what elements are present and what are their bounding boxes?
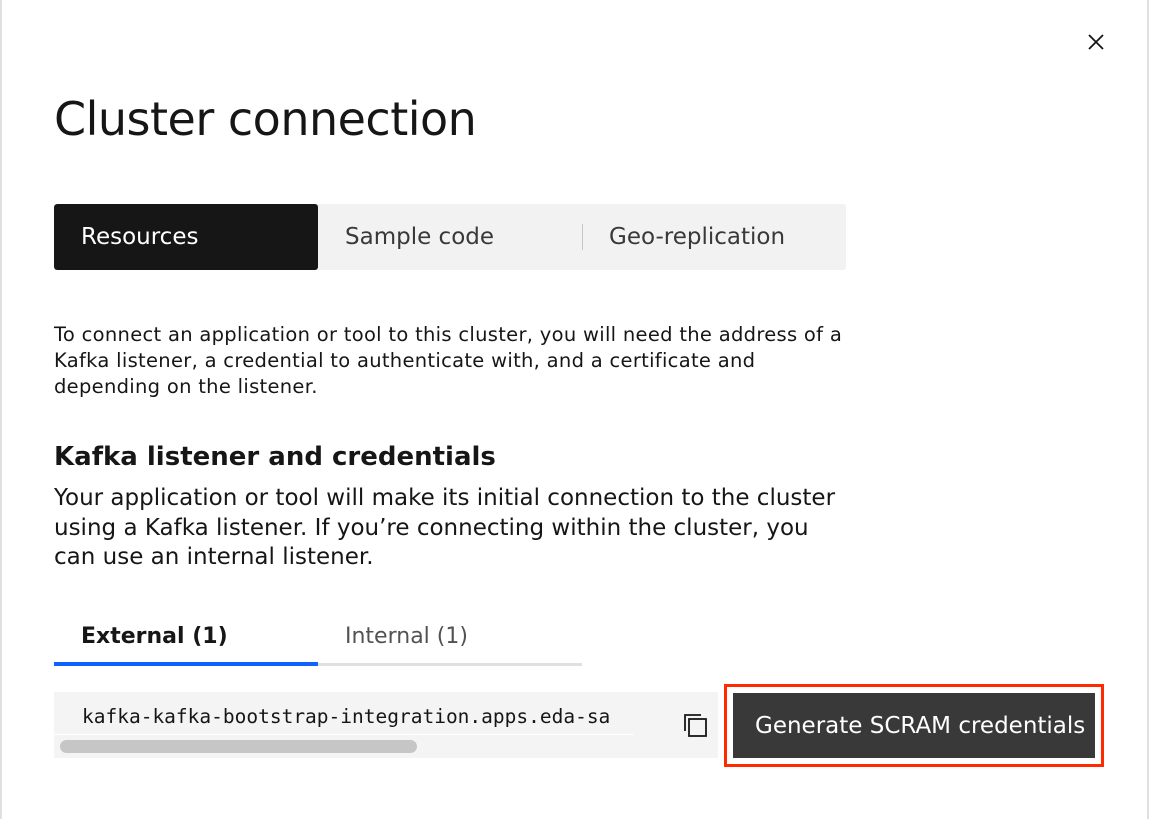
content-switcher: Resources Sample code Geo-replication: [54, 204, 846, 270]
section-description: Your application or tool will make its i…: [54, 485, 836, 570]
section-heading: Kafka listener and credentials: [54, 442, 496, 472]
intro-text: To connect an application or tool to thi…: [54, 323, 843, 398]
listener-tabs: External (1) Internal (1): [54, 610, 584, 666]
cluster-connection-panel: Cluster connection Resources Sample code…: [0, 0, 1152, 819]
copy-button[interactable]: [682, 692, 718, 758]
switcher-sample-code[interactable]: Sample code: [318, 204, 582, 270]
snippet-scrollbar-thumb[interactable]: [60, 740, 417, 753]
generate-button-highlight: Generate SCRAM credentials: [724, 684, 1104, 767]
listener-address[interactable]: kafka-kafka-bootstrap-integration.apps.e…: [82, 702, 638, 732]
switcher-resources[interactable]: Resources: [54, 204, 318, 270]
page-title: Cluster connection: [54, 92, 477, 146]
close-icon: [1088, 34, 1104, 50]
panel-right-border: [1147, 0, 1149, 819]
snippet-divider: [54, 734, 634, 735]
generate-scram-credentials-button[interactable]: Generate SCRAM credentials: [733, 693, 1095, 758]
copy-icon: [684, 714, 707, 737]
tab-external[interactable]: External (1): [54, 610, 318, 666]
switcher-geo-replication[interactable]: Geo-replication: [582, 204, 846, 270]
listener-address-snippet: kafka-kafka-bootstrap-integration.apps.e…: [54, 692, 718, 758]
close-button[interactable]: [1080, 26, 1112, 58]
tab-internal[interactable]: Internal (1): [318, 610, 582, 666]
panel-left-border: [0, 0, 2, 819]
snippet-overflow-fade: [610, 692, 664, 736]
